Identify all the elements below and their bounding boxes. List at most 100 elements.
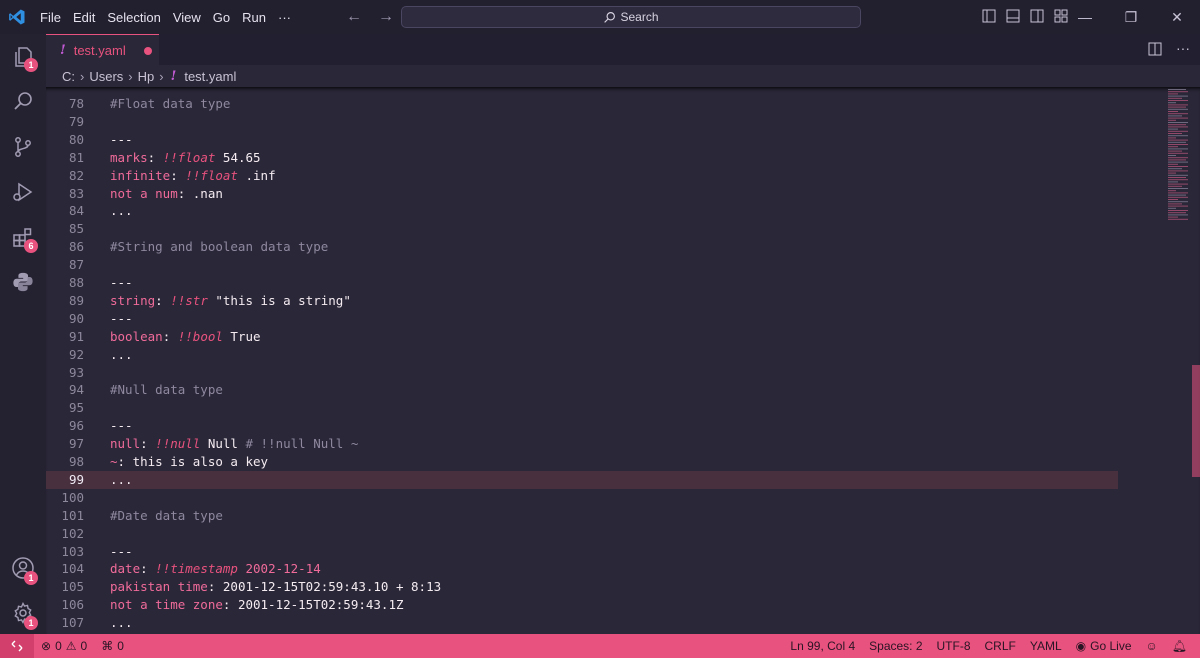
code-line[interactable]: 79 <box>46 113 1118 131</box>
line-code: --- <box>110 310 133 328</box>
vscode-logo-icon <box>0 0 34 34</box>
restore-icon[interactable]: ❐ <box>1108 0 1154 34</box>
split-editor-icon[interactable] <box>1148 42 1162 56</box>
python-button[interactable] <box>0 259 46 305</box>
minimap-line <box>1168 135 1188 137</box>
breadcrumb-file[interactable]: test.yaml <box>182 69 238 84</box>
run-debug-button[interactable] <box>0 169 46 215</box>
code-editor[interactable]: 78 #Float data type 79 80 --- 81 marks: !!floa… <box>46 87 1200 634</box>
code-line[interactable]: 82 infinite: !!float .inf <box>46 167 1118 185</box>
code-line[interactable]: 101 #Date data type <box>46 507 1118 525</box>
minimap-line <box>1168 106 1186 108</box>
scrollbar-thumb[interactable] <box>1192 365 1200 477</box>
code-line[interactable]: 104 date: !!timestamp 2002-12-14 <box>46 560 1118 578</box>
code-line[interactable]: 90 --- <box>46 310 1118 328</box>
unsaved-dot-icon[interactable] <box>143 46 152 55</box>
code-line[interactable]: 102 <box>46 525 1118 543</box>
more-actions-icon[interactable]: ··· <box>1176 41 1190 56</box>
minimap-line <box>1168 93 1178 95</box>
menu-view[interactable]: View <box>167 10 207 25</box>
ports-indicator[interactable]: ⌘ 0 <box>94 639 131 653</box>
code-line[interactable]: 92... <box>46 346 1118 364</box>
remote-indicator-icon[interactable] <box>0 634 34 658</box>
code-line[interactable]: 105 pakistan time: 2001-12-15T02:59:43.10… <box>46 578 1118 596</box>
broadcast-icon: ◉ <box>1075 639 1087 653</box>
close-icon[interactable]: ✕ <box>1154 0 1200 34</box>
minimap-line <box>1168 205 1188 207</box>
minimap-line <box>1168 113 1188 115</box>
menu-file[interactable]: File <box>34 10 67 25</box>
line-number: 107 <box>61 615 84 631</box>
minimap-line <box>1168 214 1188 216</box>
code-line[interactable]: 93 <box>46 364 1118 382</box>
menu-selection[interactable]: Selection <box>101 10 166 25</box>
line-code: #String and boolean data type <box>110 238 328 256</box>
line-code: --- <box>110 543 133 561</box>
minimap-line <box>1168 168 1182 170</box>
code-token: marks <box>110 149 148 165</box>
notifications-bell-icon[interactable]: 🔔︎ <box>1165 639 1194 653</box>
feedback-icon[interactable]: ☺ <box>1139 639 1165 653</box>
search-view-button[interactable] <box>0 78 46 124</box>
accounts-button[interactable]: 1 <box>0 545 46 591</box>
code-line[interactable]: 97 null: !!null Null # !!null Null ~ <box>46 435 1118 453</box>
code-line[interactable]: 107... <box>46 614 1118 632</box>
problems-indicator[interactable]: ⊗ 0 ⚠ 0 <box>34 639 94 653</box>
explorer-button[interactable]: 1 <box>0 34 46 80</box>
code-token: date <box>110 561 141 577</box>
end-of-line[interactable]: CRLF <box>978 639 1023 653</box>
command-center-search[interactable]: Search <box>401 6 861 28</box>
toggle-primary-sidebar-icon[interactable] <box>982 9 996 23</box>
menu-go[interactable]: Go <box>207 10 236 25</box>
language-mode[interactable]: YAML <box>1023 639 1069 653</box>
code-line[interactable]: 89 string: !!str "this is a string" <box>46 292 1118 310</box>
code-line[interactable]: 98 ~: this is also a key <box>46 453 1118 471</box>
manage-button[interactable]: 1 <box>0 590 46 636</box>
code-line[interactable]: 106 not a time zone: 2001-12-15T02:59:43.… <box>46 596 1118 614</box>
code-line[interactable]: 91 boolean: !!bool True <box>46 328 1118 346</box>
search-icon <box>604 11 616 23</box>
code-line[interactable]: 88 --- <box>46 274 1118 292</box>
source-control-button[interactable] <box>0 124 46 170</box>
extensions-button[interactable]: 6 <box>0 214 46 260</box>
code-token: not a num <box>110 185 178 201</box>
tab-test-yaml[interactable]: ! test.yaml <box>46 34 159 66</box>
code-line[interactable]: 83 not a num: .nan <box>46 185 1118 203</box>
indentation[interactable]: Spaces: 2 <box>862 639 929 653</box>
breadcrumb-users[interactable]: Users <box>87 69 125 84</box>
code-line[interactable]: 80 --- <box>46 131 1118 149</box>
minimap-line <box>1168 124 1186 126</box>
code-line[interactable]: 100 <box>46 489 1118 507</box>
vertical-scrollbar[interactable] <box>1190 87 1200 634</box>
breadcrumb-hp[interactable]: Hp <box>136 69 157 84</box>
menu-edit[interactable]: Edit <box>67 10 101 25</box>
go-live-button[interactable]: ◉ Go Live <box>1069 639 1139 653</box>
minimap[interactable] <box>1118 87 1188 634</box>
code-line[interactable]: 85 <box>46 220 1118 238</box>
code-line[interactable]: 78 #Float data type <box>46 95 1118 113</box>
line-code: ... <box>110 202 133 220</box>
code-line[interactable]: 87 <box>46 256 1118 274</box>
menu-more[interactable]: ··· <box>272 10 297 25</box>
minimap-line <box>1168 97 1182 99</box>
toggle-panel-icon[interactable] <box>1006 9 1020 23</box>
minimize-icon[interactable]: — <box>1062 0 1108 34</box>
code-line[interactable]: 103 --- <box>46 543 1118 561</box>
minimap-line <box>1168 192 1188 194</box>
code-line[interactable]: 86 #String and boolean data type <box>46 238 1118 256</box>
code-line[interactable]: 84... <box>46 202 1118 220</box>
breadcrumb-drive[interactable]: C: <box>60 69 77 84</box>
encoding[interactable]: UTF-8 <box>930 639 978 653</box>
forward-arrow-icon[interactable]: → <box>378 8 394 26</box>
code-token: : <box>147 149 163 165</box>
code-line[interactable]: 95 <box>46 399 1118 417</box>
code-line[interactable]: 94 #Null data type <box>46 381 1118 399</box>
code-line[interactable]: 96 --- <box>46 417 1118 435</box>
back-arrow-icon[interactable]: ← <box>346 8 362 26</box>
code-line[interactable]: 81 marks: !!float 54.65 <box>46 149 1118 167</box>
cursor-position[interactable]: Ln 99, Col 4 <box>783 639 862 653</box>
code-line[interactable]: 99... <box>46 470 1118 489</box>
menu-run[interactable]: Run <box>236 10 272 25</box>
line-number: 82 <box>68 167 84 183</box>
toggle-secondary-sidebar-icon[interactable] <box>1030 9 1044 23</box>
